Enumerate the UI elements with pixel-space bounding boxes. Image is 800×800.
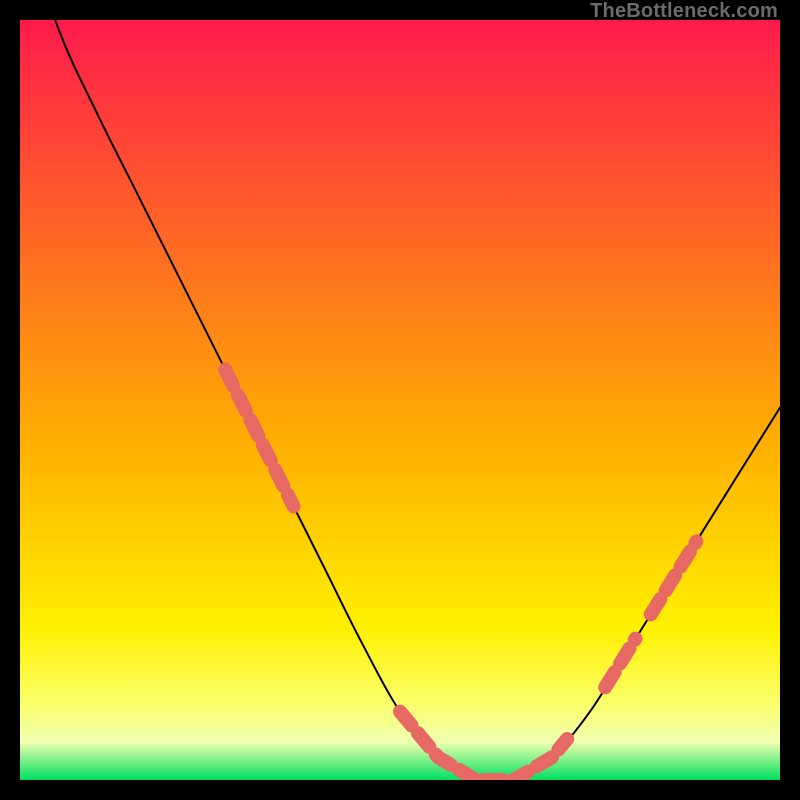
chart-frame: TheBottleneck.com	[0, 0, 800, 800]
plot-area	[20, 20, 780, 780]
bottleneck-curve	[20, 20, 780, 780]
highlight-segment	[651, 541, 697, 614]
highlight-segment	[225, 370, 293, 507]
highlight-segment	[400, 712, 567, 780]
highlight-group	[225, 370, 696, 780]
highlight-segment	[605, 639, 635, 688]
curve-svg	[20, 20, 780, 780]
